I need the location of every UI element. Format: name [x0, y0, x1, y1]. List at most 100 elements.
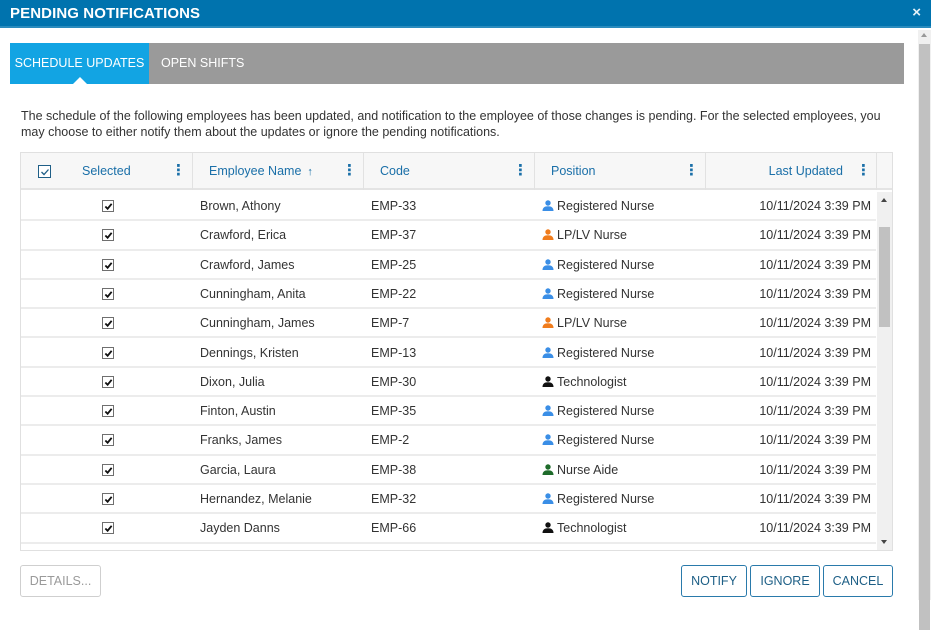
row-select-checkbox[interactable]: [102, 287, 114, 300]
employee-position: Nurse Aide: [542, 463, 618, 477]
dialog-scrollbar[interactable]: [918, 30, 931, 630]
scroll-down-arrow-icon[interactable]: [881, 540, 887, 544]
employee-position: Technologist: [542, 521, 627, 535]
scrollbar-thumb[interactable]: [879, 227, 890, 327]
scroll-up-arrow-icon[interactable]: [881, 198, 887, 202]
row-select-checkbox[interactable]: [102, 317, 114, 330]
notify-button[interactable]: NOTIFY: [681, 565, 747, 597]
checkmark-icon: [104, 261, 113, 269]
table-row[interactable]: Franks, James EMP-2 Registered Nurse 10/11/…: [21, 426, 876, 456]
employee-code: EMP-7: [371, 316, 410, 331]
row-select-checkbox[interactable]: [102, 346, 114, 359]
table-row[interactable]: Dennings, Kristen EMP-13 Registered Nurse 1…: [21, 339, 876, 368]
column-menu-icon[interactable]: ⋮: [171, 153, 186, 189]
employee-code: EMP-2: [371, 433, 410, 448]
grid-scrollbar[interactable]: [877, 192, 892, 550]
table-row[interactable]: Crawford, Erica EMP-37 LP/LV Nurse 10/11/20…: [21, 221, 876, 251]
employee-position: Technologist: [542, 375, 627, 389]
last-updated: 10/11/2024 3:39 PM: [759, 433, 871, 448]
sort-ascending-icon: ↑: [307, 166, 313, 178]
row-select-checkbox[interactable]: [102, 258, 114, 271]
row-select-checkbox[interactable]: [102, 463, 114, 476]
employee-grid: Selected ⋮ Employee Name ↑ ⋮ Code ⋮ Posit…: [20, 152, 893, 551]
employee-code: EMP-33: [371, 199, 417, 213]
row-select-checkbox[interactable]: [102, 434, 114, 447]
employee-name: Hernandez, Melanie: [200, 492, 312, 506]
table-row[interactable]: Finton, Austin EMP-35 Registered Nurse 10/1…: [21, 397, 876, 427]
checkmark-icon: [104, 291, 113, 298]
row-select-checkbox[interactable]: [102, 522, 114, 535]
table-row[interactable]: Garcia, Laura EMP-38 Nurse Aide 10/11/2024 …: [21, 456, 876, 485]
grid-body: Brown, Athony EMP-33 Registered Nurse 10/11…: [21, 192, 876, 545]
person-icon: [542, 522, 554, 534]
employee-code: EMP-32: [371, 492, 417, 506]
column-menu-icon[interactable]: ⋮: [342, 153, 357, 189]
last-updated: 10/11/2024 3:39 PM: [759, 374, 871, 389]
column-header-last-updated[interactable]: Last Updated ⋮: [706, 153, 877, 190]
position-label: Registered Nurse: [557, 286, 655, 301]
person-icon: [542, 463, 554, 475]
table-row[interactable]: Cunningham, James EMP-7 LP/LV Nurse 10/11/2…: [21, 309, 876, 339]
row-select-checkbox[interactable]: [102, 493, 114, 505]
column-header-code[interactable]: Code ⋮: [364, 153, 535, 190]
person-icon: [542, 229, 554, 241]
column-label: Position: [551, 164, 596, 178]
person-icon: [542, 493, 554, 504]
row-select-checkbox[interactable]: [102, 375, 114, 388]
table-row[interactable]: Hernandez, Melanie EMP-32 Registered Nurse…: [21, 485, 876, 515]
table-row[interactable]: Cunningham, Anita EMP-22 Registered Nurse 1…: [21, 280, 876, 310]
column-menu-icon[interactable]: ⋮: [856, 153, 871, 189]
row-select-checkbox[interactable]: [102, 405, 114, 418]
employee-name: Garcia, Laura: [200, 462, 276, 477]
last-updated: 10/11/2024 3:39 PM: [759, 257, 871, 272]
column-header-position[interactable]: Position ⋮: [535, 153, 706, 190]
scrollbar-thumb[interactable]: [919, 44, 930, 630]
employee-name: Cunningham, Anita: [200, 286, 306, 301]
tab-schedule-updates[interactable]: SCHEDULE UPDATES: [10, 43, 149, 84]
tab-strip: SCHEDULE UPDATES OPEN SHIFTS: [10, 43, 904, 84]
employee-position: Registered Nurse: [542, 404, 654, 418]
table-row[interactable]: Jayden Danns EMP-66 Technologist 10/11/2024…: [21, 514, 876, 544]
employee-code: EMP-66: [371, 521, 417, 536]
employee-position: Registered Nurse: [542, 346, 654, 360]
employee-name: Crawford, Erica: [200, 228, 287, 243]
checkmark-icon: [104, 379, 113, 386]
last-updated: 10/11/2024 3:39 PM: [759, 462, 871, 477]
person-icon: [542, 317, 554, 329]
row-select-checkbox[interactable]: [102, 229, 114, 242]
column-menu-icon[interactable]: ⋮: [684, 153, 699, 189]
ignore-button[interactable]: IGNORE: [750, 565, 820, 597]
tab-open-shifts[interactable]: OPEN SHIFTS: [161, 43, 244, 84]
employee-code: EMP-38: [371, 462, 417, 477]
row-select-checkbox[interactable]: [102, 200, 114, 212]
position-label: Registered Nurse: [557, 345, 655, 360]
last-updated: 10/11/2024 3:39 PM: [759, 199, 871, 213]
person-icon: [542, 288, 554, 299]
checkmark-icon: [104, 349, 113, 357]
grid-header: Selected ⋮ Employee Name ↑ ⋮ Code ⋮ Posit…: [21, 153, 892, 190]
table-row[interactable]: Crawford, James EMP-25 Registered Nurse 10/…: [21, 251, 876, 280]
select-all-checkbox[interactable]: [38, 165, 51, 178]
column-label: Code: [380, 164, 410, 178]
employee-code: EMP-37: [371, 228, 417, 243]
cancel-button[interactable]: CANCEL: [823, 565, 893, 597]
position-label: Nurse Aide: [557, 462, 619, 477]
last-updated: 10/11/2024 3:39 PM: [759, 228, 871, 243]
checkmark-icon: [104, 408, 113, 416]
column-menu-icon[interactable]: ⋮: [513, 153, 528, 189]
close-icon[interactable]: ×: [912, 4, 921, 21]
column-header-selected[interactable]: Selected ⋮: [21, 153, 193, 190]
column-header-employee-name[interactable]: Employee Name ↑ ⋮: [193, 153, 364, 190]
employee-position: Registered Nurse: [542, 492, 654, 506]
table-row[interactable]: Dixon, Julia EMP-30 Technologist 10/11/2024…: [21, 368, 876, 398]
scroll-up-arrow-icon[interactable]: [921, 33, 927, 37]
dialog-title: PENDING NOTIFICATIONS: [10, 5, 201, 22]
table-row[interactable]: Brown, Athony EMP-33 Registered Nurse 10/11…: [21, 192, 876, 222]
last-updated: 10/11/2024 3:39 PM: [759, 316, 871, 331]
details-button[interactable]: DETAILS...: [20, 565, 101, 597]
employee-code: EMP-22: [371, 286, 417, 301]
employee-position: Registered Nurse: [542, 287, 654, 301]
employee-name: Brown, Athony: [200, 199, 281, 213]
checkmark-icon: [104, 466, 113, 474]
employee-name: Finton, Austin: [200, 404, 276, 419]
